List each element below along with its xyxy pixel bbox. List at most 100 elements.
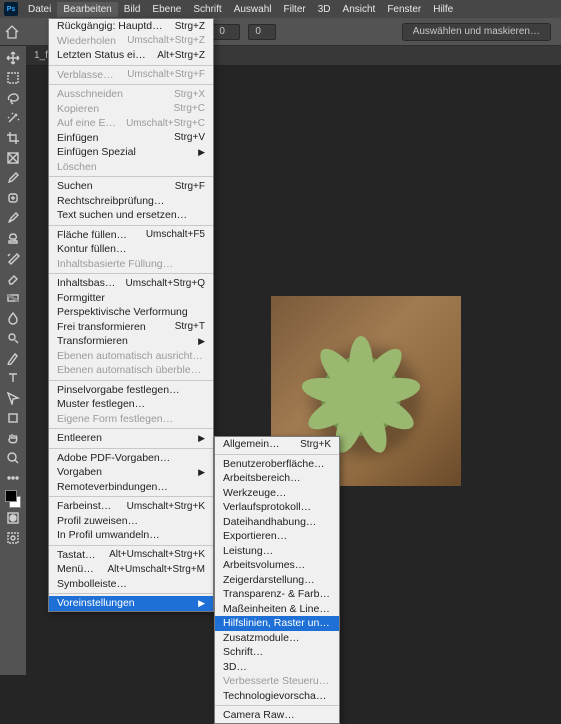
edit-menu-item-36[interactable]: Vorgaben▶ (49, 465, 213, 480)
prefs-submenu-item-6[interactable]: Dateihandhabung… (215, 515, 339, 530)
tool-hand[interactable] (2, 428, 24, 448)
select-and-mask-button[interactable]: Auswählen und maskieren… (402, 23, 551, 41)
menu-ansicht[interactable]: Ansicht (337, 2, 382, 17)
edit-menu-item-27: Ebenen automatisch überblenden… (49, 363, 213, 378)
edit-menu-item-41[interactable]: In Profil umwandeln… (49, 528, 213, 543)
menu-fenster[interactable]: Fenster (381, 2, 427, 17)
menu-hilfe[interactable]: Hilfe (427, 2, 459, 17)
edit-menu-item-21[interactable]: Inhaltsbasiert skalierenUmschalt+Strg+Q (49, 276, 213, 291)
prefs-submenu-item-4[interactable]: Werkzeuge… (215, 486, 339, 501)
edit-menu-item-44[interactable]: Menüs…Alt+Umschalt+Strg+M (49, 562, 213, 577)
edit-menu-item-43[interactable]: Tastaturbefehle…Alt+Umschalt+Strg+K (49, 548, 213, 563)
edit-menu-item-24[interactable]: Frei transformierenStrg+T (49, 320, 213, 335)
edit-menu-item-17[interactable]: Fläche füllen…Umschalt+F5 (49, 228, 213, 243)
menu-bild[interactable]: Bild (118, 2, 147, 17)
edit-menu-item-6: AusschneidenStrg+X (49, 87, 213, 102)
tool-wand[interactable] (2, 108, 24, 128)
menu-schrift[interactable]: Schrift (187, 2, 227, 17)
tool-eraser[interactable] (2, 268, 24, 288)
tool-dodge[interactable] (2, 328, 24, 348)
prefs-submenu-item-label: Transparenz- & Farbumfang-Warnung… (223, 588, 331, 600)
edit-menu-item-39[interactable]: Farbeinstellungen…Umschalt+Strg+K (49, 499, 213, 514)
edit-menu-item-33[interactable]: Entleeren▶ (49, 431, 213, 446)
edit-menu-item-13[interactable]: SuchenStrg+F (49, 179, 213, 194)
prefs-submenu-item-16[interactable]: 3D… (215, 660, 339, 675)
menu-auswahl[interactable]: Auswahl (228, 2, 278, 17)
prefs-submenu-item-7[interactable]: Exportieren… (215, 529, 339, 544)
prefs-submenu-item-9[interactable]: Arbeitsvolumes… (215, 558, 339, 573)
edit-menu-item-9[interactable]: EinfügenStrg+V (49, 131, 213, 146)
edit-menu-item-25[interactable]: Transformieren▶ (49, 334, 213, 349)
edit-menu-item-label: Perspektivische Verformung (57, 306, 205, 318)
prefs-submenu-item-5[interactable]: Verlaufsprotokoll… (215, 500, 339, 515)
tool-blur[interactable] (2, 308, 24, 328)
prefs-submenu-item-12[interactable]: Maßeinheiten & Lineale… (215, 602, 339, 617)
edit-menu-item-18[interactable]: Kontur füllen… (49, 242, 213, 257)
edit-menu-item-label: Ausschneiden (57, 88, 164, 100)
prefs-submenu-item-8[interactable]: Leistung… (215, 544, 339, 559)
prefs-submenu-item-18[interactable]: Technologievorschau… (215, 689, 339, 704)
tool-mask[interactable] (2, 508, 24, 528)
tool-heal[interactable] (2, 188, 24, 208)
color-swatches[interactable] (3, 490, 23, 508)
prefs-submenu-item-label: Verlaufsprotokoll… (223, 501, 331, 513)
opacity-field[interactable]: 0 (212, 24, 240, 40)
tool-type[interactable] (2, 368, 24, 388)
menu-ebene[interactable]: Ebene (146, 2, 187, 17)
prefs-submenu-item-0[interactable]: Allgemein…Strg+K (215, 437, 339, 452)
tool-rect[interactable] (2, 408, 24, 428)
shortcut-label: Umschalt+F5 (146, 229, 205, 240)
prefs-submenu-item-13[interactable]: Hilfslinien, Raster und Slices… (215, 616, 339, 631)
tool-eyedrop[interactable] (2, 168, 24, 188)
edit-menu-item-10[interactable]: Einfügen Spezial▶ (49, 145, 213, 160)
tool-crop[interactable] (2, 128, 24, 148)
prefs-submenu-item-3[interactable]: Arbeitsbereich… (215, 471, 339, 486)
edit-menu-item-30[interactable]: Muster festlegen… (49, 397, 213, 412)
edit-menu-item-label: Voreinstellungen (57, 597, 192, 609)
edit-menu-item-7: KopierenStrg+C (49, 102, 213, 117)
edit-menu-item-15[interactable]: Text suchen und ersetzen… (49, 208, 213, 223)
prefs-submenu-item-15[interactable]: Schrift… (215, 645, 339, 660)
edit-menu-item-45[interactable]: Symbolleiste… (49, 577, 213, 592)
prefs-submenu-item-2[interactable]: Benutzeroberfläche… (215, 457, 339, 472)
prefs-submenu-item-11[interactable]: Transparenz- & Farbumfang-Warnung… (215, 587, 339, 602)
tool-brush[interactable] (2, 208, 24, 228)
edit-menu-item-23[interactable]: Perspektivische Verformung (49, 305, 213, 320)
tool-zoom[interactable] (2, 448, 24, 468)
menu-datei[interactable]: Datei (22, 2, 57, 17)
tool-lasso[interactable] (2, 88, 24, 108)
shortcut-label: Strg+F (175, 181, 205, 192)
flow-field[interactable]: 0 (248, 24, 276, 40)
edit-menu-item-29[interactable]: Pinselvorgabe festlegen… (49, 383, 213, 398)
edit-menu-item-47[interactable]: Voreinstellungen▶ (49, 596, 213, 611)
prefs-submenu-item-14[interactable]: Zusatzmodule… (215, 631, 339, 646)
tool-more[interactable] (2, 468, 24, 488)
edit-menu-separator (49, 225, 213, 226)
submenu-arrow-icon: ▶ (198, 467, 205, 478)
tool-marquee[interactable] (2, 68, 24, 88)
edit-menu-item-14[interactable]: Rechtschreibprüfung… (49, 194, 213, 209)
menu-bearbeiten[interactable]: Bearbeiten (57, 2, 117, 17)
edit-menu-item-2[interactable]: Letzten Status ein/ausAlt+Strg+Z (49, 48, 213, 63)
home-icon[interactable] (4, 25, 20, 39)
tool-move[interactable] (2, 48, 24, 68)
edit-menu-item-37[interactable]: Remoteverbindungen… (49, 480, 213, 495)
tool-gradient[interactable] (2, 288, 24, 308)
edit-menu-item-35[interactable]: Adobe PDF-Vorgaben… (49, 451, 213, 466)
prefs-submenu-item-label: 3D… (223, 661, 331, 673)
tool-history[interactable] (2, 248, 24, 268)
menu-3d[interactable]: 3D (312, 2, 337, 17)
prefs-submenu-item-20[interactable]: Camera Raw… (215, 708, 339, 723)
tool-path[interactable] (2, 388, 24, 408)
tool-pen[interactable] (2, 348, 24, 368)
edit-menu-item-19: Inhaltsbasierte Füllung… (49, 257, 213, 272)
tool-quick[interactable] (2, 528, 24, 548)
edit-menu-item-0[interactable]: Rückgängig: Hauptdeckkraft ändernStrg+Z (49, 19, 213, 34)
prefs-submenu-item-10[interactable]: Zeigerdarstellung… (215, 573, 339, 588)
prefs-submenu-item-label: Werkzeuge… (223, 487, 331, 499)
edit-menu-item-40[interactable]: Profil zuweisen… (49, 514, 213, 529)
menu-filter[interactable]: Filter (278, 2, 312, 17)
tool-frame[interactable] (2, 148, 24, 168)
edit-menu-item-22[interactable]: Formgitter (49, 291, 213, 306)
tool-stamp[interactable] (2, 228, 24, 248)
